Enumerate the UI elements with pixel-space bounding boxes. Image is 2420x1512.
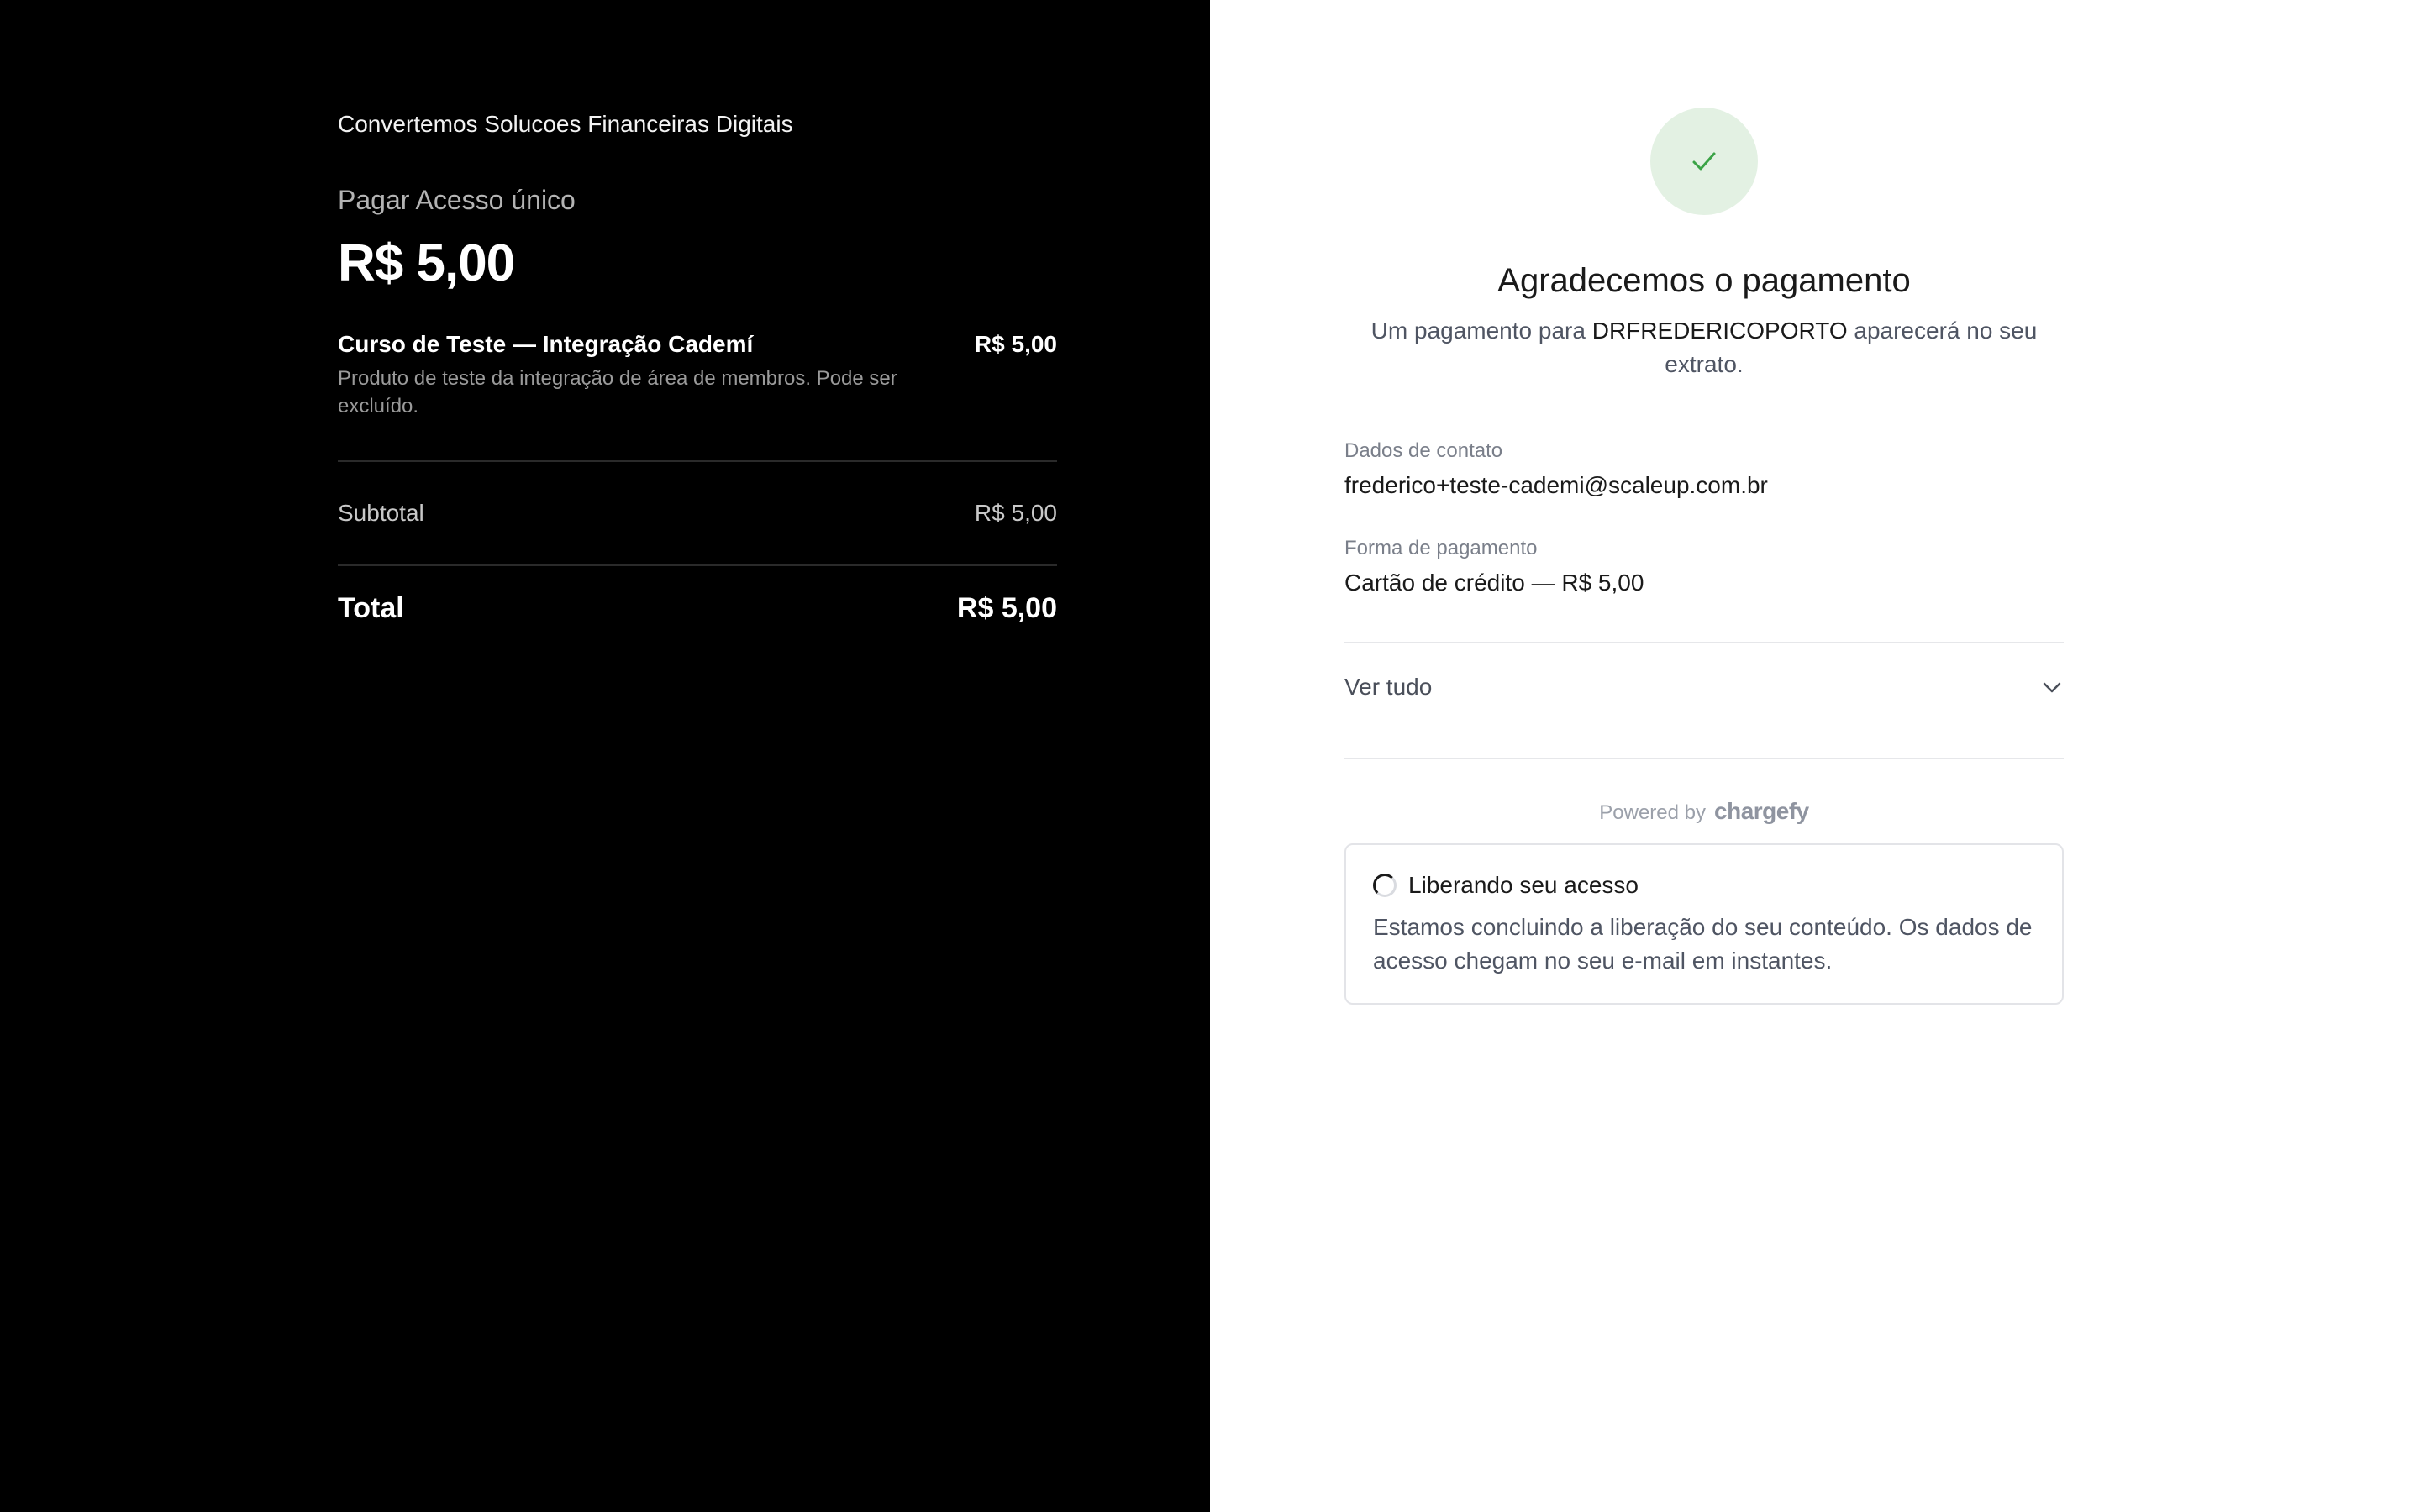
merchant-name: Convertemos Solucoes Financeiras Digitai… [338,111,793,137]
contact-email: frederico+teste-cademi@scaleup.com.br [1344,472,1768,498]
see-all-label: Ver tudo [1344,674,1433,700]
line-item-price: R$ 5,00 [974,331,1057,357]
order-summary-panel: Convertemos Solucoes Financeiras Digitai… [0,0,1210,1512]
see-all-toggle[interactable]: Ver tudo [1344,642,2064,759]
line-item: Curso de Teste — Integração Cademí Produ… [338,328,1057,462]
product-title: Pagar Acesso único [338,185,576,215]
total-value: R$ 5,00 [956,591,1057,624]
total-row: Total R$ 5,00 [338,566,1057,650]
payment-section: Forma de pagamento Cartão de crédito — R… [1344,534,2064,600]
statement-prefix: Um pagamento para [1370,318,1586,344]
subtotal-label: Subtotal [338,500,424,526]
notice-header: Liberando seu acesso [1373,869,2035,902]
confirmation-panel: Agradecemos o pagamento Um pagamento par… [1210,0,2420,1512]
chargefy-logo[interactable]: chargefy [1714,798,1809,825]
total-amount-large: R$ 5,00 [338,234,515,292]
contact-label: Dados de contato [1344,439,1503,462]
confirmation-content: Agradecemos o pagamento Um pagamento par… [1344,108,2064,1005]
payment-label: Forma de pagamento [1344,537,1538,559]
chevron-down-icon [2043,682,2061,693]
order-summary: Convertemos Solucoes Financeiras Digitai… [338,108,1057,650]
loading-spinner-icon [1373,874,1397,897]
contact-section: Dados de contato frederico+teste-cademi@… [1344,437,2064,502]
access-notice: Liberando seu acesso Estamos concluindo … [1344,843,2064,1005]
statement-merchant: DRFREDERICOPORTO [1591,318,1848,344]
check-icon [1692,152,1716,171]
powered-by-label: Powered by [1599,801,1707,824]
line-item-description: Produto de teste da integração de área d… [338,367,897,417]
line-item-name: Curso de Teste — Integração Cademí [338,331,754,357]
subtotal-value: R$ 5,00 [974,500,1057,526]
line-item-info: Curso de Teste — Integração Cademí Produ… [338,328,943,420]
page-title: Agradecemos o pagamento [1497,262,1911,299]
notice-title: Liberando seu acesso [1408,872,1639,898]
payment-method: Cartão de crédito — R$ 5,00 [1344,570,1644,596]
total-label: Total [338,591,404,624]
powered-by: Powered by chargefy [1344,798,2064,825]
statement-note: Um pagamento para DRFREDERICOPORTO apare… [1344,314,2064,381]
success-badge [1650,108,1758,215]
notice-body: Estamos concluindo a liberação do seu co… [1373,914,2033,974]
subtotal-row: Subtotal R$ 5,00 [338,462,1057,566]
